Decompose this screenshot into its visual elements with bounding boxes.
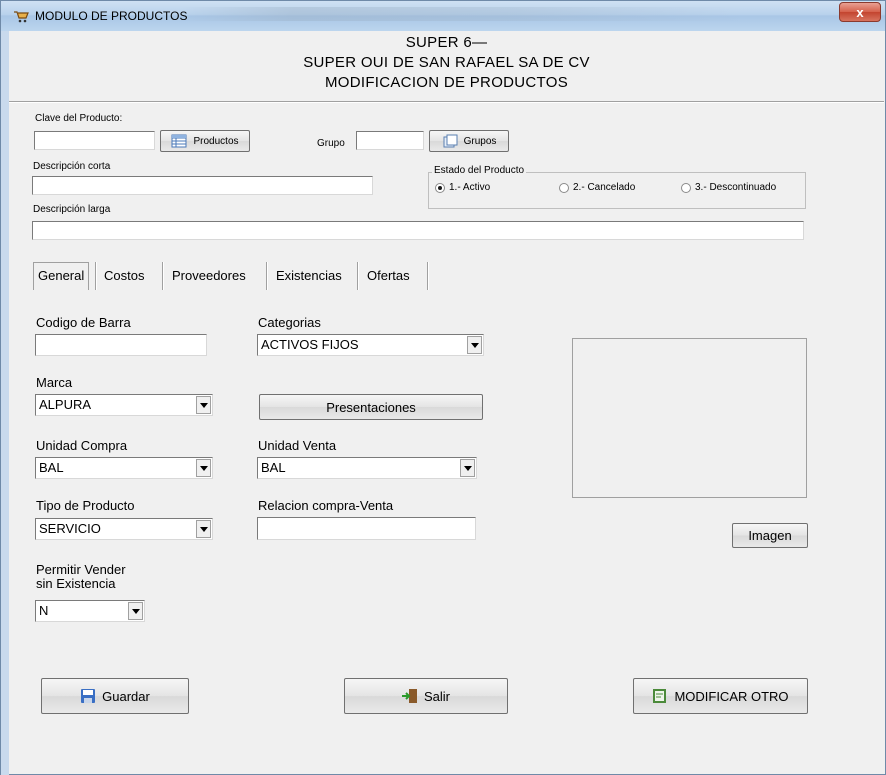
- chevron-down-icon[interactable]: [196, 396, 211, 414]
- pages-icon: [442, 134, 458, 148]
- title-bar[interactable]: MODULO DE PRODUCTOS x: [1, 1, 885, 31]
- clave-label: Clave del Producto:: [35, 113, 123, 124]
- modificar-otro-button[interactable]: MODIFICAR OTRO: [633, 678, 808, 714]
- unidad-compra-label: Unidad Compra: [36, 438, 128, 453]
- tab-existencias[interactable]: Existencias: [274, 263, 344, 289]
- guardar-button[interactable]: Guardar: [41, 678, 189, 714]
- radio-descontinuado[interactable]: 3.- Descontinuado: [681, 182, 776, 193]
- chevron-down-icon[interactable]: [196, 520, 211, 538]
- header-module: MODIFICACION DE PRODUCTOS: [324, 74, 569, 91]
- chevron-down-icon[interactable]: [460, 459, 475, 477]
- radio-activo-dot: [435, 182, 445, 193]
- chevron-down-icon[interactable]: [128, 602, 143, 620]
- grid-icon: [171, 134, 187, 148]
- main-window: MODULO DE PRODUCTOS x SUPER 6— SUPER OUI…: [0, 0, 886, 775]
- grupo-label: Grupo: [317, 138, 345, 149]
- floppy-icon: [80, 689, 96, 703]
- window-title: MODULO DE PRODUCTOS: [35, 9, 188, 23]
- productos-button[interactable]: Productos: [160, 130, 250, 152]
- radio-activo[interactable]: 1.- Activo: [435, 182, 490, 193]
- categorias-select[interactable]: ACTIVOS FIJOS: [257, 334, 484, 356]
- chevron-down-icon[interactable]: [196, 459, 211, 477]
- tab-proveedores[interactable]: Proveedores: [170, 263, 248, 289]
- header-company: SUPER OUI DE SAN RAFAEL SA DE CV: [303, 54, 590, 71]
- tipo-producto-label: Tipo de Producto: [36, 498, 135, 513]
- unidad-compra-select[interactable]: BAL: [35, 457, 213, 479]
- desc-corta-label: Descripción corta: [33, 161, 111, 172]
- imagen-button[interactable]: Imagen: [732, 523, 808, 548]
- radio-cancelado-dot: [559, 182, 569, 193]
- salir-button[interactable]: Salir: [344, 678, 508, 714]
- codigo-barra-label: Codigo de Barra: [36, 315, 131, 330]
- exit-door-icon: [401, 689, 418, 703]
- marca-select[interactable]: ALPURA: [35, 394, 213, 416]
- cart-icon: [13, 9, 29, 23]
- tab-general[interactable]: General: [33, 262, 90, 290]
- codigo-barra-input[interactable]: [35, 334, 207, 356]
- clave-input[interactable]: [34, 131, 155, 150]
- grupos-button[interactable]: Grupos: [429, 130, 509, 152]
- permitir-label: Permitir Vender sin Existencia: [36, 562, 126, 591]
- radio-descontinuado-dot: [681, 182, 691, 193]
- marca-label: Marca: [36, 375, 73, 390]
- relacion-label: Relacion compra-Venta: [258, 498, 394, 513]
- edit-form-icon: [652, 689, 668, 703]
- tipo-producto-select[interactable]: SERVICIO: [35, 518, 213, 540]
- productos-label: Productos: [193, 135, 239, 147]
- grupos-label: Grupos: [463, 135, 497, 147]
- tab-ofertas[interactable]: Ofertas: [365, 263, 412, 289]
- grupo-input[interactable]: [356, 131, 424, 150]
- desc-corta-input[interactable]: [32, 176, 373, 195]
- chevron-down-icon[interactable]: [467, 336, 482, 354]
- relacion-input[interactable]: [257, 517, 476, 540]
- radio-cancelado[interactable]: 2.- Cancelado: [559, 182, 635, 193]
- categorias-label: Categorias: [258, 315, 321, 330]
- desc-larga-label: Descripción larga: [33, 204, 111, 215]
- image-preview: [572, 338, 807, 498]
- page-header: SUPER 6— SUPER OUI DE SAN RAFAEL SA DE C…: [9, 31, 884, 101]
- estado-title: Estado del Producto: [432, 165, 527, 176]
- presentaciones-button[interactable]: Presentaciones: [259, 394, 483, 420]
- permitir-select[interactable]: N: [35, 600, 145, 622]
- header-line1: SUPER 6—: [405, 34, 488, 51]
- close-button[interactable]: x: [839, 2, 881, 22]
- header-divider: [9, 101, 884, 103]
- unidad-venta-label: Unidad Venta: [258, 438, 337, 453]
- desc-larga-input[interactable]: [32, 221, 804, 240]
- unidad-venta-select[interactable]: BAL: [257, 457, 477, 479]
- tab-costos[interactable]: Costos: [102, 263, 146, 289]
